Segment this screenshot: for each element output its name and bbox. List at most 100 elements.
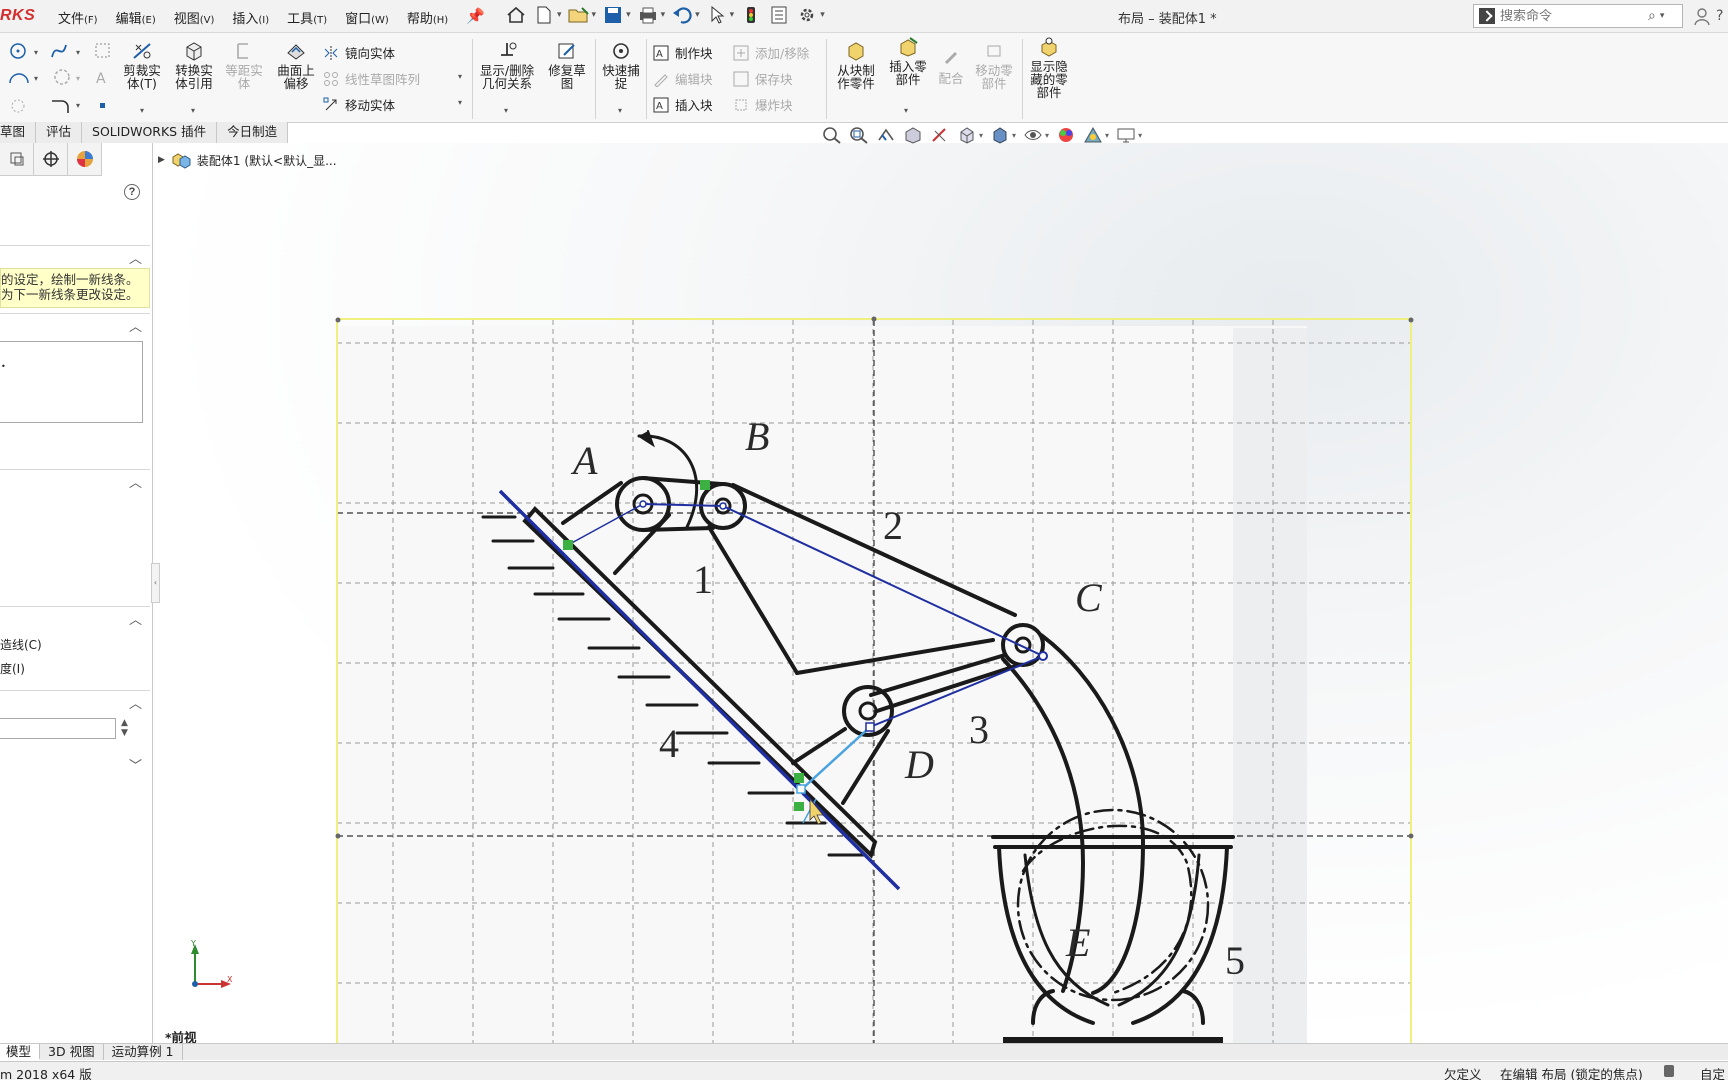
- sketch-point-c[interactable]: [1038, 651, 1048, 661]
- trim-dropdown-icon[interactable]: ▾: [140, 106, 144, 115]
- convert-entities-button[interactable]: 转换实 体引用: [172, 41, 216, 90]
- insert-block-button[interactable]: A 插入块: [653, 95, 713, 114]
- undo-icon[interactable]: [671, 4, 693, 26]
- select-dropdown-icon[interactable]: ▾: [730, 10, 735, 20]
- edit-appearance-icon[interactable]: [1056, 126, 1076, 144]
- tab-sketch[interactable]: 草图: [0, 122, 37, 143]
- collapse-chevron-icon[interactable]: ︿: [129, 693, 142, 712]
- offset-entities-button[interactable]: 等距实 体: [222, 41, 266, 90]
- sketch-entities-tools[interactable]: ▾ ▾ ▾ ▾ A ▾: [4, 41, 114, 121]
- sketch-point-end[interactable]: [796, 784, 806, 794]
- explode-block-button[interactable]: 爆炸块: [733, 95, 793, 114]
- file-properties-icon[interactable]: [768, 4, 790, 26]
- selection-list-box[interactable]: •: [0, 341, 143, 423]
- hide-show-dropdown-icon[interactable]: ▾: [1045, 131, 1049, 140]
- pattern-dropdown-icon[interactable]: ▾: [458, 72, 462, 81]
- sketch-point-a[interactable]: [639, 500, 647, 508]
- offset-on-surface-button[interactable]: 曲面上 偏移: [272, 41, 320, 90]
- previous-view-icon[interactable]: [876, 126, 896, 144]
- zoom-to-area-icon[interactable]: [849, 126, 869, 144]
- section-view-icon[interactable]: [903, 126, 923, 144]
- make-block-button[interactable]: A 制作块: [653, 43, 713, 62]
- section-header[interactable]: ︿: [0, 245, 150, 267]
- rebuild-status-icon[interactable]: [1664, 1065, 1674, 1077]
- search-mode-icon[interactable]: [1479, 8, 1495, 24]
- tab-dimxpert-manager[interactable]: [34, 143, 68, 176]
- mate-button[interactable]: 配合: [934, 49, 968, 85]
- sketch-point-b[interactable]: [719, 502, 727, 510]
- linear-pattern-button[interactable]: 线性草图阵列: [323, 69, 420, 88]
- convert-dropdown-icon[interactable]: ▾: [191, 106, 195, 115]
- section-header[interactable]: ︿: [0, 690, 150, 712]
- save-block-button[interactable]: 保存块: [733, 69, 793, 88]
- menu-help[interactable]: 帮助(H): [407, 8, 448, 27]
- new-dropdown-icon[interactable]: ▾: [557, 10, 562, 20]
- tab-configuration-manager[interactable]: [0, 143, 34, 176]
- pin-menu-icon[interactable]: 📌: [466, 7, 485, 25]
- move-component-button[interactable]: 移动零 部件: [970, 41, 1018, 90]
- panel-collapse-handle[interactable]: ‹: [151, 563, 160, 603]
- construction-option[interactable]: 造线(C): [0, 636, 42, 653]
- search-input[interactable]: [1500, 8, 1648, 24]
- display-delete-relations-button[interactable]: 显示/删除 几何关系: [476, 41, 538, 90]
- menu-edit[interactable]: 编辑(E): [116, 8, 156, 27]
- view-orientation-icon[interactable]: [957, 126, 977, 144]
- parameter-input[interactable]: [0, 718, 116, 739]
- save-dropdown-icon[interactable]: ▾: [626, 10, 631, 20]
- options-gear-icon[interactable]: [796, 4, 818, 26]
- sketch-canvas[interactable]: A B C D E 1 2 3 4 5: [153, 143, 1728, 1043]
- snap-dropdown-icon[interactable]: ▾: [618, 106, 622, 115]
- view-settings-dropdown-icon[interactable]: ▾: [1138, 131, 1142, 140]
- collapse-chevron-icon[interactable]: ︿: [129, 316, 142, 335]
- open-folder-icon[interactable]: [568, 4, 590, 26]
- help-icon[interactable]: ?: [1716, 8, 1723, 24]
- search-icon[interactable]: ⌕: [1648, 8, 1656, 24]
- rebuild-traffic-light-icon[interactable]: [740, 4, 762, 26]
- relation-marker[interactable]: [563, 540, 573, 550]
- home-icon[interactable]: [505, 4, 527, 26]
- mirror-entities-button[interactable]: 镜向实体: [323, 43, 395, 62]
- view-orientation-dropdown-icon[interactable]: ▾: [979, 131, 983, 140]
- tab-evaluate[interactable]: 评估: [36, 122, 83, 143]
- tab-model[interactable]: 模型: [0, 1044, 41, 1060]
- expand-tree-icon[interactable]: ▶: [158, 155, 165, 165]
- menu-insert[interactable]: 插入(I): [232, 8, 269, 27]
- select-arrow-icon[interactable]: [706, 4, 728, 26]
- parameter-spinner[interactable]: ▲ ▼: [121, 718, 128, 738]
- collapse-chevron-icon[interactable]: ︿: [129, 609, 142, 628]
- print-icon[interactable]: [637, 4, 659, 26]
- tab-solidworks-addins[interactable]: SOLIDWORKS 插件: [82, 122, 218, 143]
- options-dropdown-icon[interactable]: ▾: [820, 10, 825, 20]
- expand-chevron-icon[interactable]: ﹀: [129, 755, 142, 774]
- edit-block-button[interactable]: 编辑块: [653, 69, 713, 88]
- menu-window[interactable]: 窗口(W): [345, 8, 389, 27]
- menu-file[interactable]: 文件(F): [58, 8, 98, 27]
- save-icon[interactable]: [602, 4, 624, 26]
- rapid-snap-button[interactable]: 快速捕 捉: [598, 41, 644, 90]
- print-dropdown-icon[interactable]: ▾: [661, 10, 666, 20]
- assembly-root-label[interactable]: 装配体1 (默认<默认_显...: [197, 152, 337, 169]
- section-header[interactable]: ︿: [0, 606, 150, 628]
- collapse-chevron-icon[interactable]: ︿: [129, 472, 142, 491]
- help-icon[interactable]: ?: [124, 184, 140, 200]
- make-part-from-block-button[interactable]: 从块制 作零件: [832, 41, 880, 90]
- dynamic-annotation-icon[interactable]: [930, 126, 950, 144]
- view-settings-icon[interactable]: [1116, 126, 1136, 144]
- tab-motion-study[interactable]: 运动算例 1: [104, 1044, 183, 1060]
- new-document-icon[interactable]: [533, 4, 555, 26]
- user-icon[interactable]: [1694, 8, 1710, 26]
- search-dropdown-icon[interactable]: ▾: [1660, 11, 1665, 21]
- menu-tools[interactable]: 工具(T): [287, 8, 327, 27]
- relations-dropdown-icon[interactable]: ▾: [504, 106, 508, 115]
- open-dropdown-icon[interactable]: ▾: [592, 10, 597, 20]
- search-commands[interactable]: ⌕ ▾: [1473, 4, 1683, 28]
- display-style-icon[interactable]: [990, 126, 1010, 144]
- repair-sketch-button[interactable]: 修复草 图: [544, 41, 590, 90]
- section-header[interactable]: ︿: [0, 313, 150, 335]
- zoom-to-fit-icon[interactable]: [822, 126, 842, 144]
- add-remove-block-button[interactable]: 添加/移除: [733, 43, 809, 62]
- hide-show-items-icon[interactable]: [1023, 126, 1043, 144]
- menu-view[interactable]: 视图(V): [174, 8, 215, 27]
- tab-manufacture-today[interactable]: 今日制造: [217, 122, 289, 143]
- tab-display-manager[interactable]: [68, 143, 102, 176]
